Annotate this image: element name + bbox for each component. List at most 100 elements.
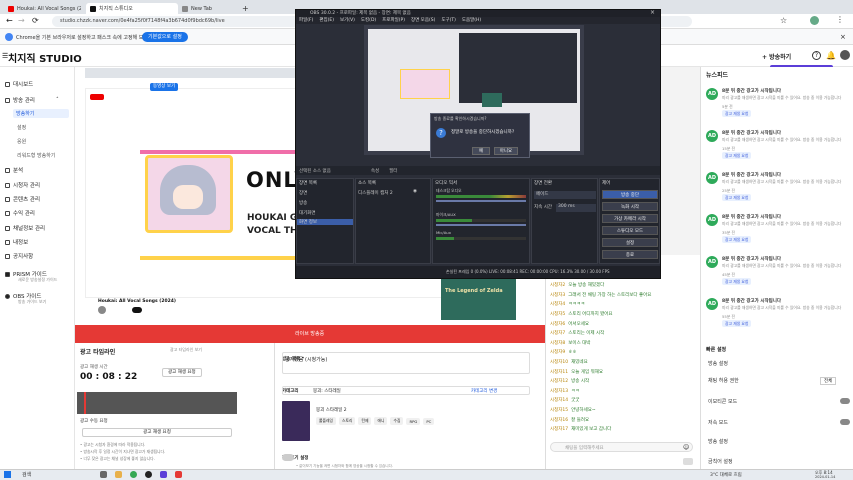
app-taskbar-icon[interactable]: [160, 471, 167, 478]
setting-broadcast[interactable]: 방송 설정: [708, 360, 728, 367]
obs-exit-button[interactable]: 종료: [602, 250, 658, 259]
obs-menu-item[interactable]: 파일(F): [299, 17, 313, 24]
chat-input[interactable]: 채팅을 입력해주세요 ☺: [550, 442, 693, 452]
help-icon[interactable]: ?: [812, 51, 821, 60]
chat-username[interactable]: 시청자14: [550, 398, 568, 403]
virtual-camera-button[interactable]: 가상 카메라 시작: [602, 214, 658, 223]
source-item[interactable]: 디스플레이 캡처 2: [358, 190, 393, 196]
chat-username[interactable]: 시청자13: [550, 389, 568, 394]
obs-menu-item[interactable]: 도구(T): [441, 17, 456, 24]
setting-broadcast-2[interactable]: 방송 설정: [708, 438, 728, 445]
chat-username[interactable]: 시청자3: [550, 293, 565, 298]
avatar[interactable]: [840, 50, 850, 60]
chat-username[interactable]: 시청자9: [550, 350, 565, 355]
properties-button[interactable]: 속성: [371, 168, 379, 174]
chrome-taskbar-icon[interactable]: [130, 471, 137, 478]
chat-username[interactable]: 시청자5: [550, 312, 565, 317]
taskbar-search[interactable]: 검색: [22, 471, 31, 478]
tag-chip[interactable]: 롤플레잉: [316, 417, 336, 425]
transition-select[interactable]: 페이드: [534, 191, 596, 199]
obs-menu-item[interactable]: 장면 모음(S): [411, 17, 435, 24]
file-explorer-icon[interactable]: [115, 471, 122, 478]
stop-streaming-button[interactable]: 방송 중단: [602, 190, 658, 199]
news-item-button[interactable]: 광고 재생 요청: [722, 278, 752, 285]
start-recording-button[interactable]: 녹화 시작: [602, 202, 658, 211]
notification-bell-icon[interactable]: 🔔: [826, 51, 836, 60]
studio-mode-button[interactable]: 스튜디오 모드: [602, 226, 658, 235]
chat-username[interactable]: 시청자2: [550, 283, 565, 288]
chat-username[interactable]: 시청자16: [550, 418, 568, 423]
emote-mode-toggle[interactable]: [840, 398, 850, 404]
go-live-button[interactable]: + 방송하기: [762, 52, 791, 61]
channel-avatar[interactable]: [98, 306, 106, 314]
sidebar-item-support[interactable]: 응원: [17, 138, 26, 145]
mixer-slider[interactable]: [436, 200, 526, 202]
category-change-button[interactable]: 카테고리 변경: [471, 388, 497, 394]
filters-button[interactable]: 필터: [389, 168, 397, 174]
sidebar-item-revenue[interactable]: 수익 관리: [5, 209, 35, 217]
windows-start-icon[interactable]: [4, 471, 11, 478]
close-icon[interactable]: ×: [840, 33, 846, 41]
app-taskbar-icon[interactable]: [175, 471, 182, 478]
chat-username[interactable]: 시청자7: [550, 331, 565, 336]
bookmark-star-icon[interactable]: ☆: [780, 16, 787, 25]
browser-menu-icon[interactable]: ⋮: [836, 15, 844, 24]
chat-permission-select[interactable]: 전체: [820, 377, 837, 385]
chat-username[interactable]: 시청자4: [550, 302, 565, 307]
transition-duration-input[interactable]: 300 ms: [556, 204, 596, 212]
sidebar-item-reward-live[interactable]: 리워드형 방송하기: [17, 152, 55, 159]
scene-item[interactable]: 방송: [299, 200, 307, 206]
obs-settings-button[interactable]: 설정: [602, 238, 658, 247]
category-search-input[interactable]: 붕괴: 스타레일 카테고리 변경: [282, 386, 530, 395]
tag-chip[interactable]: RPG: [406, 417, 421, 425]
mixer-slider[interactable]: [436, 224, 526, 226]
subscribe-button[interactable]: [132, 307, 142, 313]
browser-tab-active[interactable]: 치지직 스튜디오: [86, 3, 178, 14]
set-default-button[interactable]: 기본값으로 설정: [142, 32, 188, 42]
back-arrow-icon[interactable]: ←: [6, 16, 13, 25]
chat-username[interactable]: 시청자8: [550, 341, 565, 346]
chat-username[interactable]: 시청자6: [550, 322, 565, 327]
setting-banned-words[interactable]: 금칙어 설정: [708, 458, 733, 465]
news-item-button[interactable]: 광고 재생 요청: [722, 194, 752, 201]
chat-username[interactable]: 시청자17: [550, 427, 568, 432]
broadcast-title-input[interactable]: 공지했음 (시청가능): [282, 352, 530, 374]
scene-item-selected[interactable]: 화면 정보: [297, 219, 353, 225]
manual-ad-button[interactable]: 광고 재생 요청: [82, 428, 232, 437]
reload-icon[interactable]: ⟳: [32, 16, 39, 25]
sidebar-item-notice[interactable]: 공지사항: [5, 252, 33, 260]
slow-mode-toggle[interactable]: [840, 419, 850, 425]
news-item-button[interactable]: 광고 재생 요청: [722, 152, 752, 159]
tag-chip[interactable]: 스토리: [338, 417, 356, 425]
news-item-button[interactable]: 광고 재생 요청: [722, 320, 752, 327]
chat-send-icon[interactable]: [683, 458, 693, 465]
chat-username[interactable]: 시청자10: [550, 360, 568, 365]
sidebar-item-broadcast[interactable]: 방송 관리 ˄: [5, 96, 59, 104]
obs-menu-item[interactable]: 보기(V): [340, 17, 355, 24]
scene-item[interactable]: 대기화면: [299, 210, 316, 216]
news-item-button[interactable]: 광고 재생 요청: [722, 236, 752, 243]
sidebar-item-content[interactable]: 콘텐츠 관리: [5, 195, 40, 203]
tag-chip[interactable]: 턴제: [358, 417, 372, 425]
news-item-button[interactable]: 광고 재생 요청: [722, 110, 752, 117]
forward-arrow-icon[interactable]: →: [18, 16, 25, 25]
sidebar-item-settings[interactable]: 설정: [17, 124, 26, 131]
watch-party-toggle[interactable]: [282, 454, 294, 461]
emoji-icon[interactable]: ☺: [683, 444, 689, 451]
browser-tab[interactable]: New Tab: [178, 3, 238, 14]
tag-chip[interactable]: PC: [423, 417, 435, 425]
eye-icon[interactable]: ◉: [413, 189, 417, 194]
tag-chip[interactable]: 애니: [374, 417, 388, 425]
task-view-icon[interactable]: [100, 471, 107, 478]
obs-close-icon[interactable]: ×: [650, 9, 655, 16]
obs-menu-item[interactable]: 도킹(D): [361, 17, 376, 24]
obs-menu-item[interactable]: 도움말(H): [462, 17, 481, 24]
sidebar-item-viewers[interactable]: 시청자 관리: [5, 181, 40, 189]
sidebar-item-dashboard[interactable]: 대시보드: [5, 80, 33, 88]
obs-menu-item[interactable]: 프로파일(P): [382, 17, 405, 24]
browser-tab[interactable]: Houkai: All Vocal Songs (2024): [4, 3, 86, 14]
video-title[interactable]: Houkai: All Vocal Songs (2024): [98, 299, 176, 304]
tag-chip[interactable]: 수집: [390, 417, 404, 425]
sidebar-item-channel[interactable]: 채널정보 관리: [5, 224, 45, 232]
studio-logo[interactable]: 치지직 STUDIO: [8, 50, 82, 65]
